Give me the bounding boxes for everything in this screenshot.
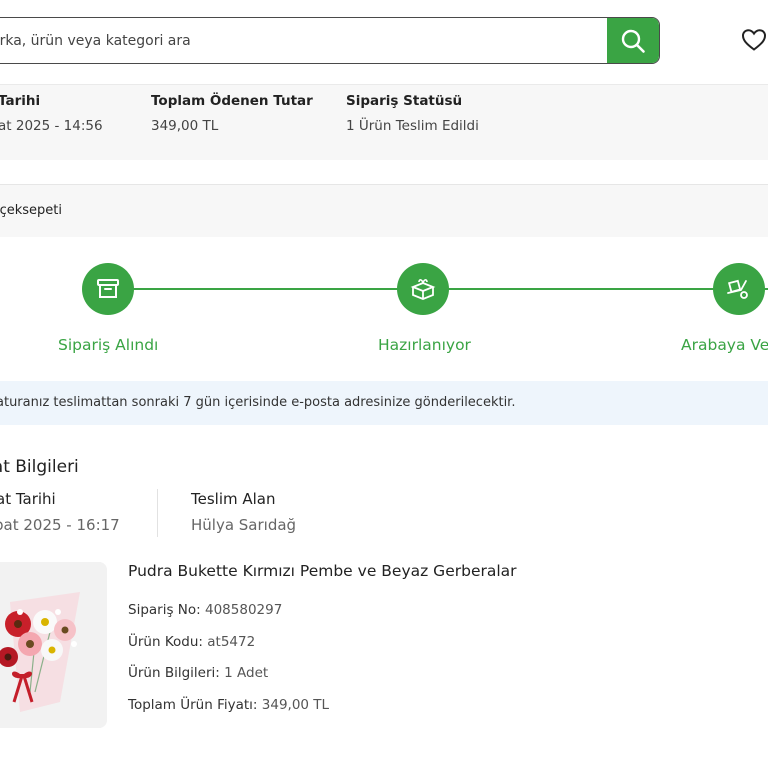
product-price-label: Toplam Ürün Fiyatı: bbox=[128, 697, 258, 713]
product-order-no: Sipariş No: 408580297 bbox=[128, 602, 282, 618]
product-code-label: Ürün Kodu: bbox=[128, 634, 203, 650]
product-title[interactable]: Pudra Bukette Kırmızı Pembe ve Beyaz Ger… bbox=[128, 562, 517, 580]
invoice-info-banner: aturanız teslimattan sonraki 7 gün içeri… bbox=[0, 381, 768, 425]
order-status-value: 1 Ürün Teslim Edildi bbox=[346, 118, 479, 134]
seller-bar: içeksepeti bbox=[0, 185, 768, 237]
product-price: Toplam Ürün Fiyatı: 349,00 TL bbox=[128, 697, 329, 713]
order-date-value: at 2025 - 14:56 bbox=[0, 118, 103, 134]
search-input[interactable] bbox=[0, 18, 608, 63]
search-button[interactable] bbox=[607, 18, 659, 63]
heart-icon[interactable] bbox=[741, 28, 767, 52]
product-info-label: Ürün Bilgileri: bbox=[128, 665, 220, 681]
delivery-info-title: nat Bilgileri bbox=[0, 457, 79, 477]
invoice-info-text: aturanız teslimattan sonraki 7 gün içeri… bbox=[0, 395, 516, 410]
product-code-value: at5472 bbox=[207, 634, 256, 650]
step-preparing bbox=[397, 263, 449, 315]
order-no-label: Sipariş No: bbox=[128, 602, 201, 618]
step-label-received: Sipariş Alındı bbox=[58, 336, 159, 354]
seller-name: içeksepeti bbox=[0, 203, 63, 218]
archive-box-icon bbox=[97, 279, 119, 298]
order-total-label: Toplam Ödenen Tutar bbox=[151, 93, 313, 109]
step-label-on-the-way: Arabaya Ve bbox=[681, 336, 768, 354]
order-total-column: Toplam Ödenen Tutar 349,00 TL bbox=[151, 93, 313, 134]
order-total-value: 349,00 TL bbox=[151, 118, 219, 134]
product-code: Ürün Kodu: at5472 bbox=[128, 634, 255, 650]
step-received bbox=[82, 263, 134, 315]
hand-truck-icon bbox=[727, 279, 748, 299]
receiver-label: Teslim Alan bbox=[191, 490, 276, 508]
product-price-value: 349,00 TL bbox=[261, 697, 330, 713]
delivery-divider bbox=[157, 489, 158, 537]
step-label-preparing: Hazırlanıyor bbox=[378, 336, 471, 354]
search-icon bbox=[621, 29, 645, 53]
order-date-column: Tarihi at 2025 - 14:56 bbox=[0, 93, 103, 134]
product-image[interactable] bbox=[0, 562, 107, 728]
delivery-date-value: bat 2025 - 16:17 bbox=[0, 516, 120, 534]
flower-bouquet-icon bbox=[0, 562, 107, 728]
receiver-value: Hülya Sarıdağ bbox=[191, 516, 297, 534]
order-status-column: Sipariş Statüsü 1 Ürün Teslim Edildi bbox=[346, 93, 479, 134]
order-date-label: Tarihi bbox=[0, 93, 41, 109]
order-no-value: 408580297 bbox=[205, 602, 283, 618]
order-status-label: Sipariş Statüsü bbox=[346, 93, 463, 109]
search-bar bbox=[0, 17, 660, 64]
step-on-the-way bbox=[713, 263, 765, 315]
product-info-value: 1 Adet bbox=[224, 665, 269, 681]
delivery-date-label: at Tarihi bbox=[0, 490, 56, 508]
order-summary: Tarihi at 2025 - 14:56 Toplam Ödenen Tut… bbox=[0, 85, 768, 160]
product-info: Ürün Bilgileri: 1 Adet bbox=[128, 665, 268, 681]
gift-box-icon bbox=[410, 279, 436, 300]
